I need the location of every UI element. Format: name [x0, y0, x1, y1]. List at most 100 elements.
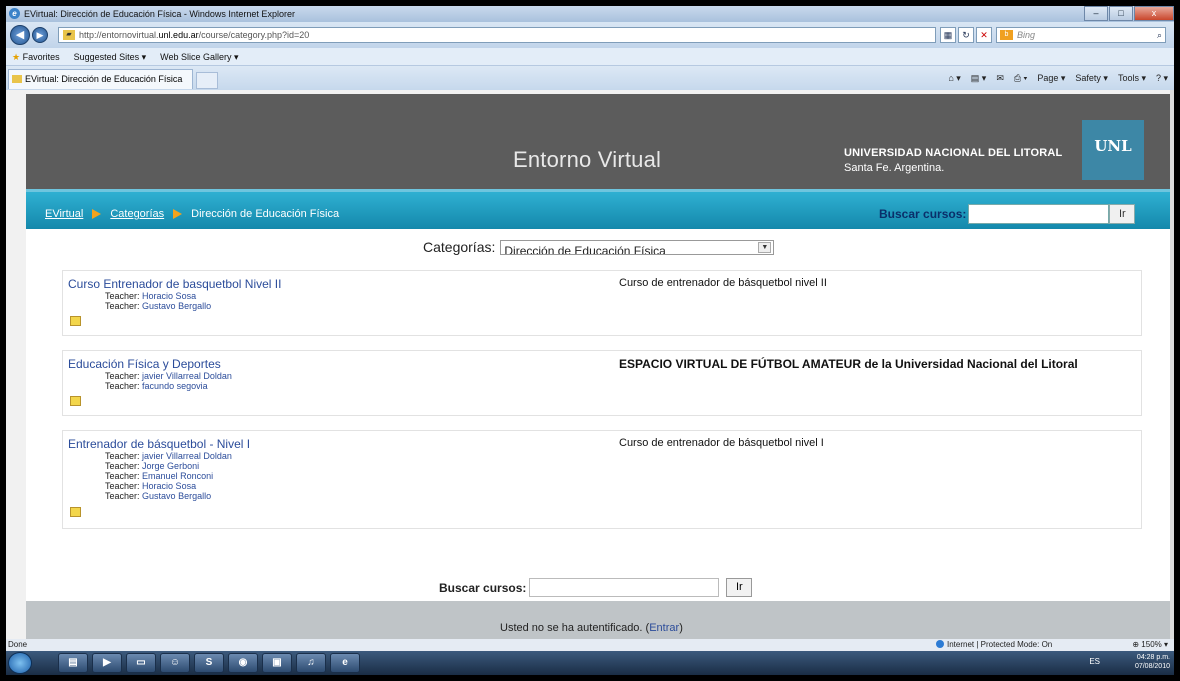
clock-time[interactable]: 04:28 p.m. [1135, 653, 1170, 662]
star-icon: ★ [12, 52, 21, 62]
tab-evirtual[interactable]: EVirtual: Dirección de Educación Física [8, 69, 193, 89]
back-button[interactable]: ◀ [10, 25, 30, 45]
university-name: UNIVERSIDAD NACIONAL DEL LITORAL [844, 147, 1063, 159]
vertical-scrollbar[interactable] [1170, 90, 1174, 639]
page-menu[interactable]: Page ▾ [1037, 70, 1065, 86]
media-taskbar-icon[interactable]: ▶ [92, 653, 122, 673]
close-button[interactable]: x [1134, 6, 1174, 21]
minimize-button[interactable]: – [1084, 6, 1108, 21]
language-indicator[interactable]: ES [1089, 657, 1100, 666]
maximize-button[interactable]: □ [1109, 6, 1133, 21]
explorer-taskbar-icon[interactable]: ▤ [58, 653, 88, 673]
teacher-link[interactable]: Gustavo Bergallo [142, 491, 211, 501]
teacher-link[interactable]: javier Villarreal Doldan [142, 451, 232, 461]
ie-logo-icon: e [9, 8, 20, 19]
navbar-search-input[interactable] [968, 204, 1110, 224]
teacher-link[interactable]: facundo segovia [142, 381, 208, 391]
skype-taskbar-icon[interactable]: S [194, 653, 224, 673]
url-suffix: /course/category.php?id=20 [198, 30, 310, 40]
security-zone[interactable]: Internet | Protected Mode: On [936, 639, 1052, 651]
help-icon[interactable]: ? ▾ [1156, 70, 1168, 86]
mail-icon[interactable]: ✉ [996, 70, 1004, 86]
teacher-link[interactable]: Gustavo Bergallo [142, 301, 211, 311]
chevron-down-icon[interactable]: ▼ [758, 241, 772, 253]
bottom-search-button[interactable]: Ir [726, 578, 753, 597]
teacher-link[interactable]: Emanuel Ronconi [142, 471, 213, 481]
teacher-link[interactable]: Horacio Sosa [142, 291, 196, 301]
clock-date[interactable]: 07/08/2010 [1135, 662, 1170, 671]
course-box: Entrenador de básquetbol - Nivel I Teach… [62, 430, 1142, 529]
favorites-item-suggested[interactable]: Suggested Sites ▾ [74, 48, 147, 65]
breadcrumb: EVirtual Categorías Dirección de Educaci… [45, 208, 339, 220]
people-taskbar-icon[interactable]: ☺ [160, 653, 190, 673]
site-favicon-icon: ▰ [63, 30, 75, 40]
safety-menu[interactable]: Safety ▾ [1075, 70, 1108, 86]
bottom-search-label: Buscar cursos: [439, 580, 527, 595]
zoom-control[interactable]: ⊕ 150% ▾ [1132, 639, 1168, 651]
navbar-search-label: Buscar cursos: [879, 207, 967, 221]
breadcrumb-categories-link[interactable]: Categorías [110, 208, 164, 220]
bottom-search-input[interactable] [529, 578, 720, 597]
navbar: EVirtual Categorías Dirección de Educaci… [26, 189, 1170, 229]
navbar-search-button[interactable]: Ir [1109, 204, 1136, 224]
teacher-role: Teacher: [105, 371, 140, 381]
presentation-taskbar-icon[interactable]: ▣ [262, 653, 292, 673]
search-placeholder: Bing [1017, 30, 1036, 40]
window-title: EVirtual: Dirección de Educación Física … [24, 9, 295, 19]
teacher-role: Teacher: [105, 381, 140, 391]
login-link[interactable]: Entrar [649, 622, 679, 634]
ie-taskbar-icon[interactable]: e [330, 653, 360, 673]
teacher-row: Teacher: Horacio Sosa [105, 481, 232, 491]
status-bar: Done Internet | Protected Mode: On ⊕ 150… [6, 639, 1174, 651]
tools-menu[interactable]: Tools ▾ [1118, 70, 1146, 86]
course-info-icon[interactable] [70, 507, 81, 517]
navbar-search: Buscar cursos: Ir [879, 204, 1136, 224]
course-summary: Curso de entrenador de básquetbol nivel … [619, 437, 824, 449]
unl-logo[interactable]: UNL [1082, 120, 1144, 180]
teacher-link[interactable]: Horacio Sosa [142, 481, 196, 491]
forward-button[interactable]: ▶ [32, 27, 48, 43]
breadcrumb-arrow-icon [173, 209, 183, 219]
itunes-taskbar-icon[interactable]: ♫ [296, 653, 326, 673]
course-info-icon[interactable] [70, 396, 81, 406]
screen: e EVirtual: Dirección de Educación Físic… [6, 6, 1174, 675]
address-bar[interactable]: ▰ http://entornovirtual.unl.edu.ar/cours… [58, 27, 936, 43]
breadcrumb-home-link[interactable]: EVirtual [45, 208, 83, 220]
login-info-end: ) [679, 622, 683, 634]
teacher-role: Teacher: [105, 301, 140, 311]
favorites-button[interactable]: ★ Favorites [12, 48, 60, 65]
course-teachers: Teacher: Horacio Sosa Teacher: Gustavo B… [105, 291, 211, 311]
command-bar: ⌂ ▾ ▤ ▾ ✉ ⎙ ▾ Page ▾ Safety ▾ Tools ▾ ? … [948, 70, 1168, 86]
university-block: UNIVERSIDAD NACIONAL DEL LITORAL Santa F… [844, 146, 1062, 176]
teacher-role: Teacher: [105, 451, 140, 461]
firefox-taskbar-icon[interactable]: ◉ [228, 653, 258, 673]
print-icon[interactable]: ⎙ ▾ [1014, 70, 1027, 86]
teacher-link[interactable]: javier Villarreal Doldan [142, 371, 232, 381]
search-icon[interactable]: ⌕ [1157, 28, 1162, 42]
course-name-link[interactable]: Entrenador de básquetbol - Nivel I [68, 437, 250, 451]
course-teachers: Teacher: javier Villarreal Doldan Teache… [105, 371, 232, 391]
teacher-role: Teacher: [105, 481, 140, 491]
address-row: ◀ ▶ ▰ http://entornovirtual.unl.edu.ar/c… [6, 22, 1174, 48]
stop-icon[interactable]: ✕ [976, 27, 992, 43]
new-tab-button[interactable] [196, 72, 218, 89]
course-name-link[interactable]: Curso Entrenador de basquetbol Nivel II [68, 277, 281, 291]
compat-view-icon[interactable]: ▦ [940, 27, 956, 43]
site-title: Entorno Virtual [513, 147, 662, 172]
start-button[interactable] [8, 652, 32, 674]
teacher-row: Teacher: javier Villarreal Doldan [105, 451, 232, 461]
search-input[interactable]: b Bing ⌕ [996, 27, 1166, 43]
teacher-link[interactable]: Jorge Gerboni [142, 461, 199, 471]
refresh-icon[interactable]: ↻ [958, 27, 974, 43]
feeds-icon[interactable]: ▤ ▾ [971, 70, 987, 86]
course-name-link[interactable]: Educación Física y Deportes [68, 357, 221, 371]
footer: Usted no se ha autentificado. (Entrar) [26, 601, 1170, 639]
teacher-row: Teacher: Horacio Sosa [105, 291, 211, 301]
favorites-item-webslice[interactable]: Web Slice Gallery ▾ [160, 48, 238, 65]
folder-taskbar-icon[interactable]: ▭ [126, 653, 156, 673]
tab-label: EVirtual: Dirección de Educación Física [25, 74, 183, 84]
category-select[interactable]: Dirección de Educación Física ▼ [500, 239, 775, 255]
course-info-icon[interactable] [70, 316, 81, 326]
home-icon[interactable]: ⌂ ▾ [948, 70, 960, 86]
teacher-role: Teacher: [105, 291, 140, 301]
